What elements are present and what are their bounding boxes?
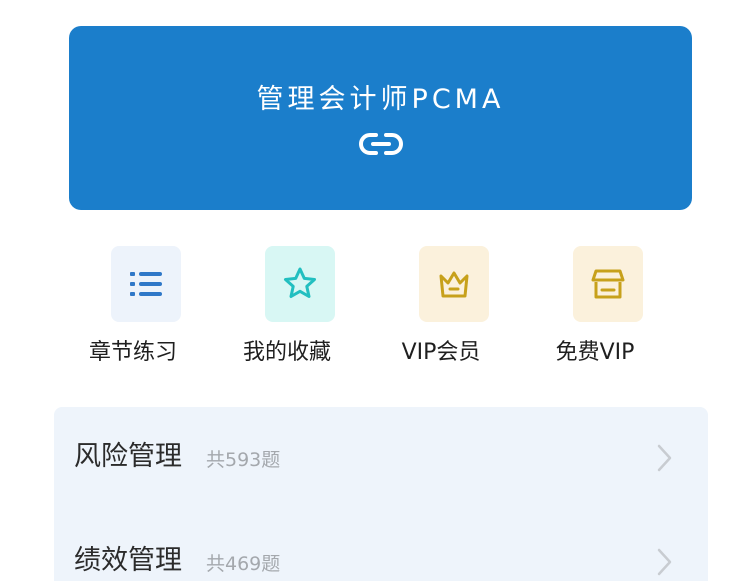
star-icon (284, 267, 316, 298)
page: 管理会计师PCMA 章节练习 我的收藏 VIP会员 免费VIP 风险管理 共59… (0, 0, 747, 581)
quick-actions: 章节练习 我的收藏 VIP会员 免费VIP (56, 246, 676, 376)
my-favorites-label: 我的收藏 (242, 340, 331, 365)
chevron-right-icon (657, 444, 672, 472)
chapter-item-performance-management[interactable]: 绩效管理 共469题 (54, 511, 708, 581)
chapter-practice-label: 章节练习 (88, 340, 177, 365)
chevron-right-icon (657, 548, 672, 576)
chapter-item-risk-management[interactable]: 风险管理 共593题 (54, 407, 708, 487)
free-vip-button[interactable]: 免费VIP (518, 246, 672, 376)
chapter-practice-tile (111, 246, 181, 322)
chapter-title: 绩效管理 (74, 545, 182, 576)
my-favorites-tile (265, 246, 335, 322)
course-banner[interactable]: 管理会计师PCMA (69, 26, 692, 210)
vip-member-tile (419, 246, 489, 322)
list-icon (130, 272, 162, 296)
chapter-title: 风险管理 (74, 441, 182, 472)
vip-member-button[interactable]: VIP会员 (364, 246, 518, 376)
chapter-list: 风险管理 共593题 绩效管理 共469题 (54, 407, 708, 581)
crown-icon (439, 271, 469, 298)
free-vip-label: 免费VIP (555, 340, 635, 365)
question-count: 共593题 (206, 449, 281, 471)
course-title: 管理会计师PCMA (256, 84, 505, 115)
my-favorites-button[interactable]: 我的收藏 (210, 246, 364, 376)
shop-icon (591, 269, 625, 299)
chapter-practice-button[interactable]: 章节练习 (56, 246, 210, 376)
free-vip-tile (573, 246, 643, 322)
vip-member-label: VIP会员 (401, 340, 481, 365)
question-count: 共469题 (206, 553, 281, 575)
link-icon[interactable] (358, 130, 404, 158)
